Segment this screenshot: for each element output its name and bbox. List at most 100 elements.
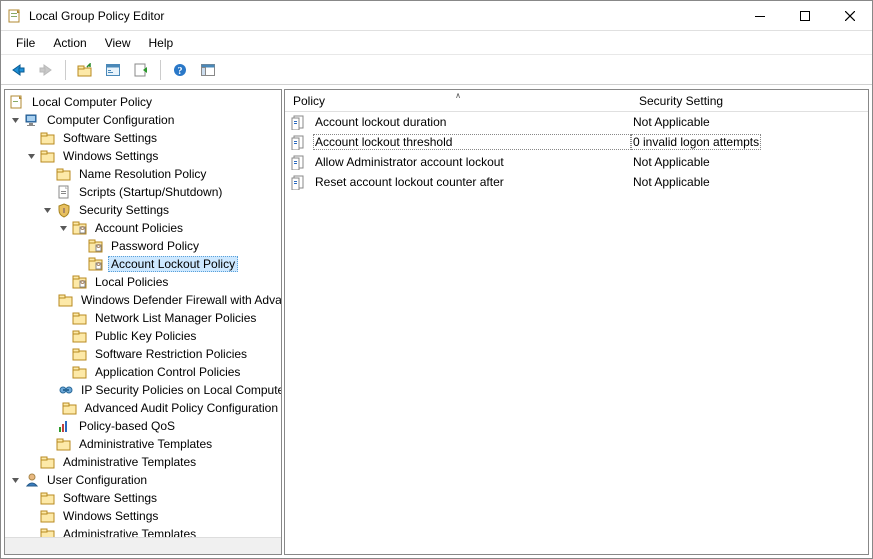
tree-item-label: Name Resolution Policy	[76, 166, 209, 182]
folder-icon	[72, 346, 88, 362]
tree-item[interactable]: Software Settings	[9, 489, 281, 507]
tree-item-label: Administrative Templates	[76, 436, 215, 452]
tree-horizontal-scrollbar[interactable]	[5, 537, 281, 554]
maximize-button[interactable]	[782, 1, 827, 30]
security-setting-cell: Not Applicable	[631, 154, 712, 170]
tree-item-label: Windows Settings	[60, 148, 161, 164]
tree-item-label: Windows Defender Firewall with Advanced …	[78, 292, 282, 308]
menu-view[interactable]: View	[96, 33, 140, 53]
tree-item-label: Software Settings	[60, 490, 160, 506]
policy-name-cell: Reset account lockout counter after	[313, 174, 631, 190]
tree-item-label: Scripts (Startup/Shutdown)	[76, 184, 225, 200]
menu-file[interactable]: File	[7, 33, 44, 53]
folder-icon	[40, 148, 56, 164]
tree-item[interactable]: Scripts (Startup/Shutdown)	[9, 183, 281, 201]
tree-item[interactable]: Policy-based QoS	[9, 417, 281, 435]
policy-icon	[88, 256, 104, 272]
tree-item-label: Windows Settings	[60, 508, 161, 524]
tree-item-label: Password Policy	[108, 238, 202, 254]
refresh-button[interactable]	[130, 59, 152, 81]
policy-icon	[88, 238, 104, 254]
folder-icon	[62, 400, 78, 416]
tree-item[interactable]: Account Policies	[9, 219, 281, 237]
tree-item[interactable]: Local Policies	[9, 273, 281, 291]
folder-icon	[40, 508, 56, 524]
collapse-icon[interactable]	[9, 113, 23, 127]
menu-help[interactable]: Help	[140, 33, 183, 53]
toolbar-separator	[65, 60, 66, 80]
column-header-policy[interactable]: Policy∧	[285, 91, 631, 111]
minimize-button[interactable]	[737, 1, 782, 30]
tree-item-label: Computer Configuration	[44, 112, 177, 128]
tree-item[interactable]: Password Policy	[9, 237, 281, 255]
tree-item-label: Account Lockout Policy	[108, 256, 238, 272]
tree-item-label: Local Policies	[92, 274, 171, 290]
policy-doc-icon	[9, 94, 25, 110]
folder-icon	[72, 328, 88, 344]
tree-item[interactable]: Windows Settings	[9, 147, 281, 165]
policy-name-cell: Account lockout duration	[313, 114, 631, 130]
tree-item[interactable]: Windows Settings	[9, 507, 281, 525]
tree-item[interactable]: Administrative Templates	[9, 453, 281, 471]
tree-item-label: Administrative Templates	[60, 454, 199, 470]
folder-icon	[58, 292, 74, 308]
policy-list-row[interactable]: Reset account lockout counter afterNot A…	[285, 172, 868, 192]
window-title: Local Group Policy Editor	[29, 9, 737, 23]
up-one-level-button[interactable]	[74, 59, 96, 81]
tree-item-label: IP Security Policies on Local Computer	[78, 382, 282, 398]
close-button[interactable]	[827, 1, 872, 30]
tree-root-item[interactable]: Local Computer Policy	[9, 93, 281, 111]
list-header[interactable]: Policy∧ Security Setting	[285, 90, 868, 112]
tree-item-label: User Configuration	[44, 472, 150, 488]
tree-item[interactable]: Account Lockout Policy	[9, 255, 281, 273]
collapse-icon[interactable]	[9, 473, 23, 487]
tree-item[interactable]: Network List Manager Policies	[9, 309, 281, 327]
tree-item[interactable]: Windows Defender Firewall with Advanced …	[9, 291, 281, 309]
menu-action[interactable]: Action	[44, 33, 95, 53]
tree-item[interactable]: Computer Configuration	[9, 111, 281, 129]
tree-item[interactable]: Administrative Templates	[9, 435, 281, 453]
menu-bar: File Action View Help	[1, 31, 872, 55]
tree-pane[interactable]: Local Computer Policy Computer Configurat…	[4, 89, 282, 555]
toolbar-separator	[160, 60, 161, 80]
collapse-icon[interactable]	[41, 203, 55, 217]
tree-item[interactable]: Application Control Policies	[9, 363, 281, 381]
tree-item-label: Network List Manager Policies	[92, 310, 259, 326]
app-icon	[7, 8, 23, 24]
tree-item[interactable]: Software Restriction Policies	[9, 345, 281, 363]
tree-item-label: Security Settings	[76, 202, 172, 218]
help-button[interactable]: ?	[169, 59, 191, 81]
collapse-icon[interactable]	[57, 221, 71, 235]
back-button[interactable]	[7, 59, 29, 81]
policy-list-row[interactable]: Account lockout durationNot Applicable	[285, 112, 868, 132]
tree-item[interactable]: Advanced Audit Policy Configuration	[9, 399, 281, 417]
ipsec-icon	[58, 382, 74, 398]
forward-button[interactable]	[35, 59, 57, 81]
security-setting-cell: 0 invalid logon attempts	[631, 134, 761, 150]
tree-item[interactable]: Software Settings	[9, 129, 281, 147]
show-hide-tree-button[interactable]	[197, 59, 219, 81]
folder-icon	[72, 310, 88, 326]
tree-item-label: Application Control Policies	[92, 364, 243, 380]
shield-icon	[56, 202, 72, 218]
tree-item-label: Local Computer Policy	[29, 94, 155, 110]
collapse-icon[interactable]	[25, 149, 39, 163]
policy-list-row[interactable]: Account lockout threshold0 invalid logon…	[285, 132, 868, 152]
properties-button[interactable]	[102, 59, 124, 81]
tree-item-label: Software Restriction Policies	[92, 346, 250, 362]
tree-item[interactable]: Public Key Policies	[9, 327, 281, 345]
tree-item[interactable]: Security Settings	[9, 201, 281, 219]
sort-indicator-icon: ∧	[455, 91, 461, 100]
tree-item[interactable]: Name Resolution Policy	[9, 165, 281, 183]
security-setting-cell: Not Applicable	[631, 114, 712, 130]
list-pane[interactable]: Policy∧ Security Setting Account lockout…	[284, 89, 869, 555]
column-header-security-setting[interactable]: Security Setting	[631, 91, 731, 111]
title-bar[interactable]: Local Group Policy Editor	[1, 1, 872, 31]
policy-item-icon	[291, 114, 307, 130]
tree-item[interactable]: User Configuration	[9, 471, 281, 489]
policy-name-cell: Allow Administrator account lockout	[313, 154, 631, 170]
policy-item-icon	[291, 154, 307, 170]
tree-item[interactable]: IP Security Policies on Local Computer	[9, 381, 281, 399]
policy-list-row[interactable]: Allow Administrator account lockoutNot A…	[285, 152, 868, 172]
policy-icon	[72, 274, 88, 290]
